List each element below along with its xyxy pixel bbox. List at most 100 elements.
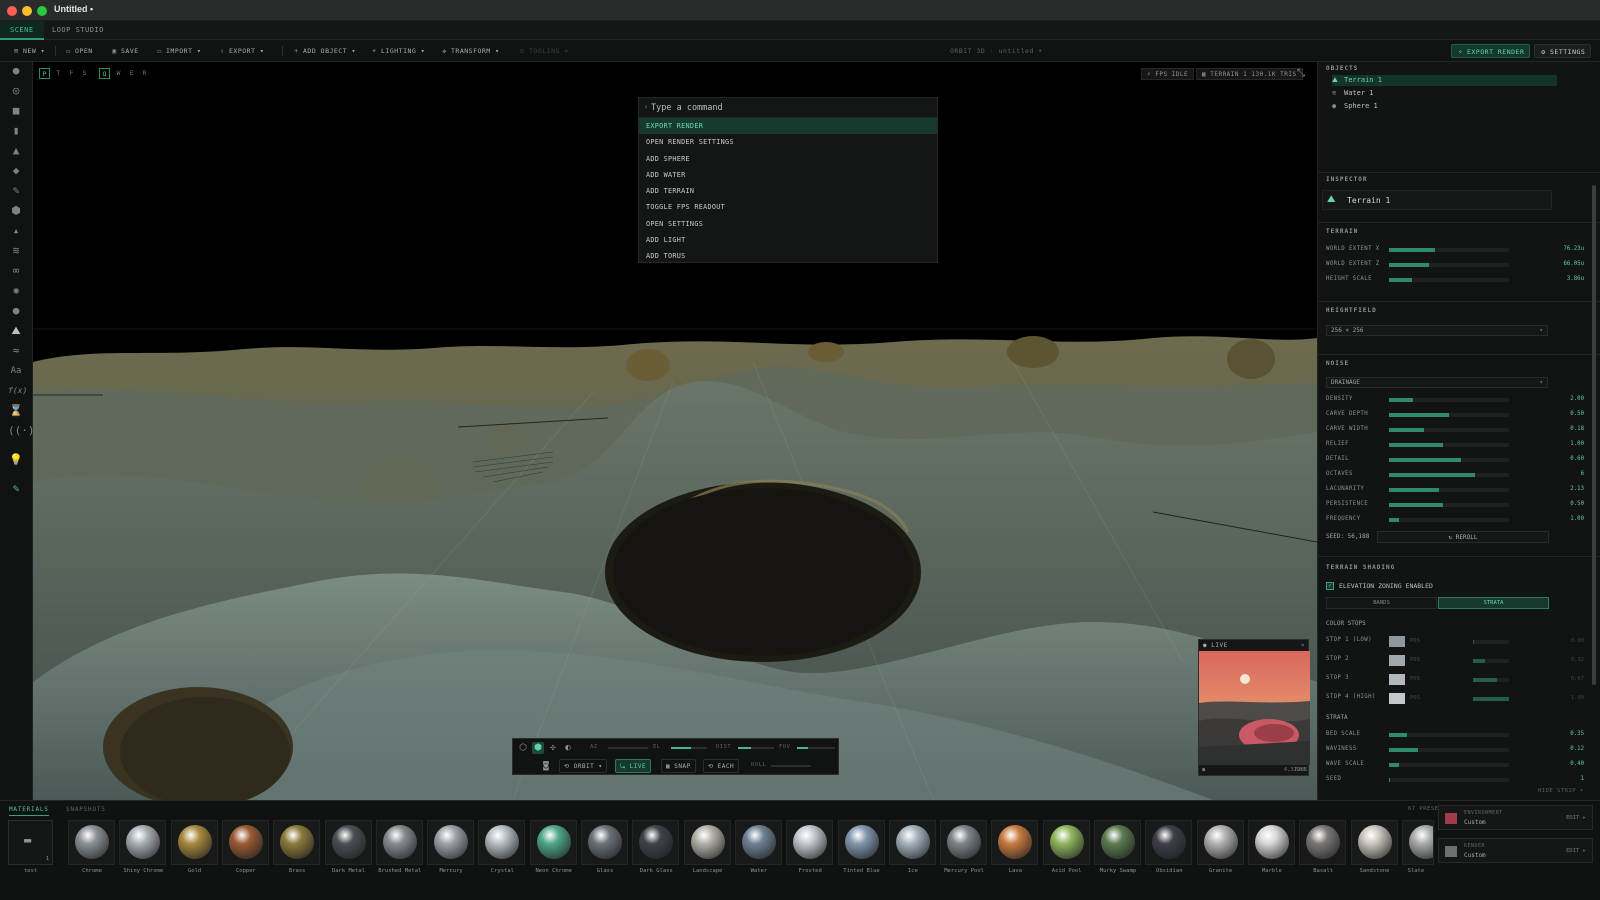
water-tool-icon[interactable]: ≈	[8, 344, 24, 358]
cube-outline-icon[interactable]: ⬡	[517, 742, 529, 754]
light-bulb-icon[interactable]: 💡	[8, 453, 24, 467]
noise-param-value[interactable]: 0.18	[1570, 426, 1584, 432]
terrain-tool-icon[interactable]: ⛰	[8, 324, 24, 338]
noise-param-slider[interactable]	[1389, 518, 1509, 522]
dist-slider[interactable]	[738, 747, 774, 749]
material-swatch[interactable]	[940, 820, 988, 865]
view-toggle-w[interactable]: W	[113, 68, 124, 79]
material-swatch[interactable]	[1401, 820, 1434, 865]
material-swatch[interactable]	[478, 820, 526, 865]
az-slider[interactable]	[608, 747, 648, 749]
hourglass-tool-icon[interactable]: ⌛	[8, 404, 24, 418]
contrast-icon[interactable]: ◐	[562, 742, 574, 754]
material-swatch[interactable]	[119, 820, 167, 865]
color-stop-slider[interactable]	[1473, 640, 1509, 644]
noise-param-value[interactable]: 0.60	[1570, 456, 1584, 462]
material-swatch[interactable]	[734, 820, 782, 865]
material-swatch[interactable]	[683, 820, 731, 865]
material-swatch[interactable]	[581, 820, 628, 865]
hide-strip-button[interactable]: HIDE STRIP ▾	[1538, 788, 1584, 794]
export-button[interactable]: ⇪ EXPORT ▾	[214, 44, 269, 58]
color-stop-value[interactable]: 0.32	[1571, 657, 1584, 663]
material-swatch[interactable]	[786, 820, 834, 865]
expand-icon[interactable]: ⤡	[1297, 68, 1305, 79]
box-tool-icon[interactable]: ⬢	[8, 204, 24, 218]
material-swatch[interactable]	[1145, 820, 1193, 865]
color-stop-swatch[interactable]	[1389, 636, 1405, 647]
palette-item-toggle-fps[interactable]: TOGGLE FPS READOUT	[639, 199, 937, 215]
material-swatch[interactable]	[68, 820, 115, 865]
infinity-tool-icon[interactable]: ∞	[8, 264, 24, 278]
terrain-param-slider[interactable]	[1389, 278, 1509, 282]
strata-param-slider[interactable]	[1389, 778, 1509, 782]
roll-slider[interactable]	[771, 765, 811, 767]
maximize-window-button[interactable]	[37, 6, 47, 16]
close-icon[interactable]: ×	[1301, 640, 1305, 651]
color-stop-value[interactable]: 1.00	[1571, 695, 1584, 701]
tab-snapshots[interactable]: SNAPSHOTS	[66, 806, 106, 813]
view-toggle-f[interactable]: F	[66, 68, 77, 79]
object-row-sphere[interactable]: ● Sphere 1	[1332, 101, 1557, 112]
material-swatch[interactable]	[991, 820, 1039, 865]
nodes-icon[interactable]: ✣	[547, 742, 559, 754]
material-swatch[interactable]	[888, 820, 936, 865]
fps-badge[interactable]: ⚡ FPS IDLE	[1141, 68, 1195, 80]
strata-param-slider[interactable]	[1389, 748, 1509, 752]
transform-button[interactable]: ✥ TRANSFORM ▾	[436, 44, 505, 58]
material-swatch[interactable]	[1196, 820, 1244, 865]
noise-param-value[interactable]: 1.00	[1570, 441, 1584, 447]
close-window-button[interactable]	[7, 6, 17, 16]
material-swatch[interactable]	[324, 820, 372, 865]
el-slider[interactable]	[671, 747, 707, 749]
cylinder-tool-icon[interactable]: ▮	[8, 124, 24, 138]
folder-tile[interactable]: ▬ 1	[8, 820, 53, 865]
noise-mode-dropdown[interactable]: DRAINAGE ▾	[1326, 377, 1548, 388]
diamond-tool-icon[interactable]: ◆	[8, 164, 24, 178]
noise-param-slider[interactable]	[1389, 443, 1509, 447]
strata-param-slider[interactable]	[1389, 763, 1509, 767]
terrain-param-value[interactable]: 76.23u	[1563, 246, 1584, 252]
material-swatch[interactable]	[529, 820, 577, 865]
noise-param-slider[interactable]	[1389, 473, 1509, 477]
palette-item-add-water[interactable]: ADD WATER	[639, 167, 937, 183]
noise-param-value[interactable]: 2.13	[1570, 486, 1584, 492]
reroll-button[interactable]: ↻ REROLL	[1377, 531, 1549, 543]
environment-edit-button[interactable]: EDIT ▸	[1566, 815, 1586, 821]
material-swatch[interactable]	[1042, 820, 1090, 865]
save-button[interactable]: ▣ SAVE	[106, 44, 144, 58]
3d-viewport[interactable]: P T F S Q W E R ⚡ FPS IDLE ▦ TERRAIN 1 1…	[33, 62, 1317, 800]
view-toggle-q[interactable]: Q	[99, 68, 110, 79]
noise-param-value[interactable]: 1.00	[1570, 516, 1584, 522]
minimize-window-button[interactable]	[22, 6, 32, 16]
each-button[interactable]: ⟲ EACH	[703, 759, 740, 773]
lighting-button[interactable]: ☀ LIGHTING ▾	[366, 44, 430, 58]
heightfield-dropdown[interactable]: 256 × 256 ▾	[1326, 325, 1548, 336]
noise-param-value[interactable]: 0.50	[1570, 501, 1584, 507]
inspector-scrollbar[interactable]	[1592, 185, 1596, 685]
bands-mode-button[interactable]: BANDS	[1326, 597, 1437, 609]
brush-tool-icon[interactable]: ✎	[8, 184, 24, 198]
strata-param-value[interactable]: 0.40	[1570, 761, 1584, 767]
object-row-terrain[interactable]: ⛰ Terrain 1	[1332, 75, 1557, 86]
terrain-param-slider[interactable]	[1389, 248, 1509, 252]
command-input[interactable]	[651, 100, 931, 116]
noise-param-slider[interactable]	[1389, 428, 1509, 432]
material-swatch[interactable]	[170, 820, 218, 865]
tornado-tool-icon[interactable]: ≋	[8, 244, 24, 258]
live-button[interactable]: ⤿ LIVE	[615, 759, 652, 773]
terrain-param-value[interactable]: 3.86u	[1567, 276, 1584, 282]
material-swatch[interactable]	[632, 820, 680, 865]
strata-param-value[interactable]: 0.12	[1570, 746, 1584, 752]
camera-icon[interactable]: ◙	[540, 760, 552, 772]
snap-button[interactable]: ▦ SNAP	[661, 759, 696, 773]
signal-tool-icon[interactable]: ((·))	[8, 424, 41, 438]
noise-param-slider[interactable]	[1389, 398, 1509, 402]
material-swatch[interactable]	[375, 820, 423, 865]
tab-loop-studio[interactable]: LOOP STUDIO	[42, 21, 114, 40]
terrain-param-value[interactable]: 66.05u	[1563, 261, 1584, 267]
material-swatch[interactable]	[1299, 820, 1347, 865]
pyramid-tool-icon[interactable]: ▴	[8, 224, 24, 238]
open-button[interactable]: ▭ OPEN	[60, 44, 98, 58]
strata-param-slider[interactable]	[1389, 733, 1509, 737]
export-render-button[interactable]: ⚡ EXPORT RENDER	[1451, 44, 1531, 58]
